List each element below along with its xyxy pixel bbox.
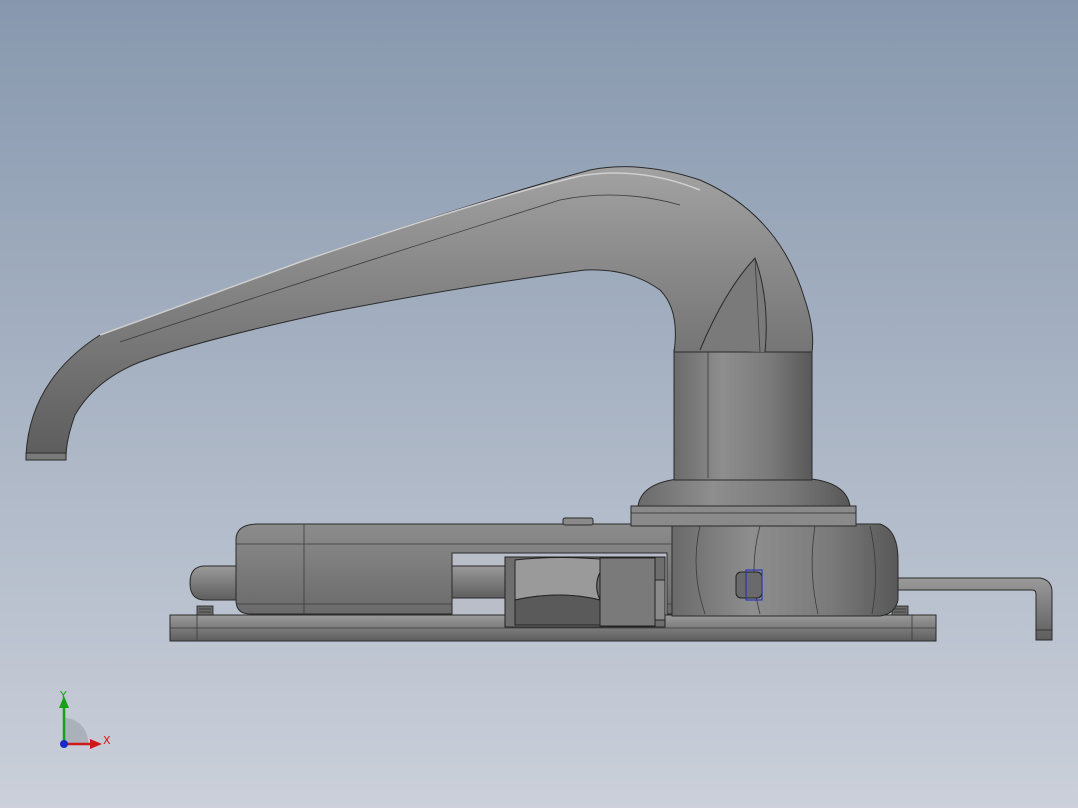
triad-y-label: Y (59, 689, 67, 702)
graphics-viewport[interactable]: Y X (0, 0, 1078, 808)
screw-left (196, 605, 214, 616)
viewport-background (0, 0, 1078, 808)
cad-model-view[interactable]: Y X (0, 0, 1078, 808)
triad-x-label: X (103, 734, 111, 747)
latch-bolt[interactable] (504, 556, 666, 628)
